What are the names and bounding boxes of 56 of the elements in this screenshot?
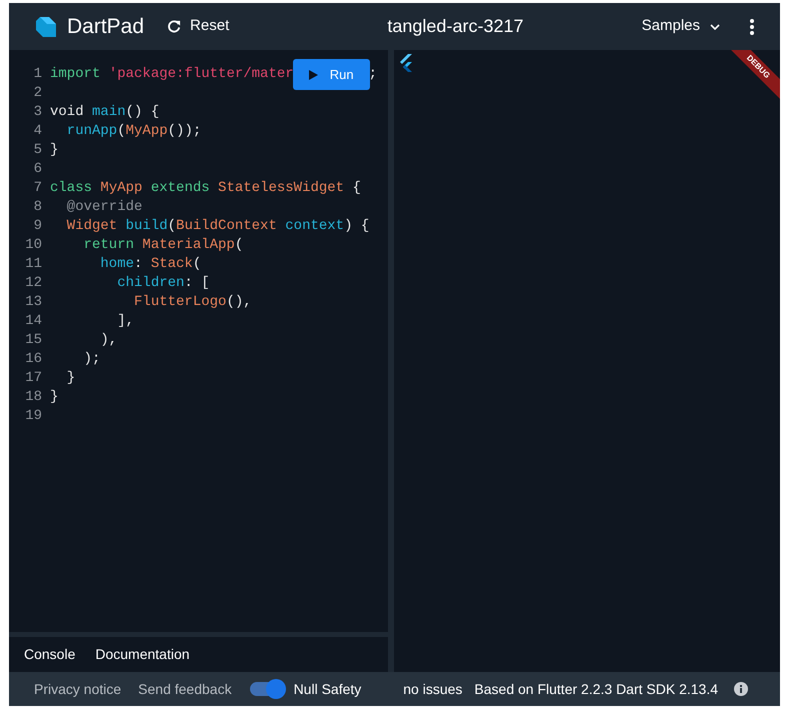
code-line: } — [50, 141, 58, 160]
app-name: DartPad — [67, 14, 144, 40]
code-line: return MaterialApp( — [82, 236, 244, 255]
issues-status: no issues — [403, 680, 462, 698]
code-line: runApp(MyApp()); — [66, 122, 202, 141]
line-number: 7 — [32, 179, 43, 198]
code-line: } — [66, 369, 76, 388]
reset-button[interactable]: Reset — [168, 15, 230, 38]
line-number: 2 — [32, 84, 43, 103]
code-line: ), — [99, 331, 118, 350]
run-button[interactable]: Run — [292, 59, 370, 90]
play-icon — [308, 70, 318, 80]
code-line: home: Stack( — [99, 255, 202, 274]
code-line: import 'package:flutter/mater — [50, 65, 294, 84]
feedback-link[interactable]: Send feedback — [138, 678, 232, 700]
null-safety-switch[interactable] — [250, 682, 284, 696]
samples-menu[interactable]: Samples — [642, 15, 720, 38]
line-number: 14 — [24, 312, 43, 331]
line-number: 16 — [24, 350, 43, 369]
line-number: 1 — [32, 65, 43, 84]
line-number: 4 — [32, 122, 43, 141]
privacy-link[interactable]: Privacy notice — [34, 678, 122, 700]
line-number: 3 — [32, 103, 43, 122]
code-line: children: [ — [116, 274, 210, 293]
line-number: 12 — [24, 274, 43, 293]
dart-logo-icon — [35, 14, 57, 38]
code-line: } — [50, 388, 58, 407]
line-number: 5 — [32, 141, 43, 160]
line-number: 10 — [24, 236, 43, 255]
code-line: ); — [82, 350, 100, 369]
info-icon[interactable] — [734, 682, 748, 696]
panel-tab[interactable]: Documentation — [95, 644, 190, 665]
version-info: Based on Flutter 2.2.3 Dart SDK 2.13.4 — [474, 680, 718, 698]
line-number: 6 — [32, 160, 43, 179]
line-number: 11 — [24, 255, 43, 274]
line-number: 8 — [32, 198, 43, 217]
line-number: 13 — [24, 293, 43, 312]
line-number: 9 — [32, 217, 43, 236]
panel-tab[interactable]: Console — [24, 644, 76, 665]
chevron-down-icon — [710, 24, 720, 30]
code-line: FlutterLogo(), — [133, 293, 252, 312]
code-line: Widget build(BuildContext context) { — [66, 217, 370, 236]
line-number: 17 — [24, 369, 43, 388]
refresh-icon — [168, 20, 182, 33]
code-line: @override — [66, 198, 142, 217]
code-line: void main() { — [50, 103, 160, 122]
code-line: ; — [368, 65, 378, 84]
null-safety-label: Null Safety — [294, 680, 362, 699]
project-title: tangled-arc-3217 — [387, 15, 524, 38]
code-line: ], — [116, 312, 134, 331]
more-icon[interactable] — [750, 18, 754, 34]
line-number: 19 — [24, 407, 43, 426]
line-number: 15 — [24, 331, 43, 350]
line-number: 18 — [24, 388, 43, 407]
flutter-logo-icon — [398, 54, 413, 72]
code-line: class MyApp extends StatelessWidget { — [50, 179, 361, 198]
